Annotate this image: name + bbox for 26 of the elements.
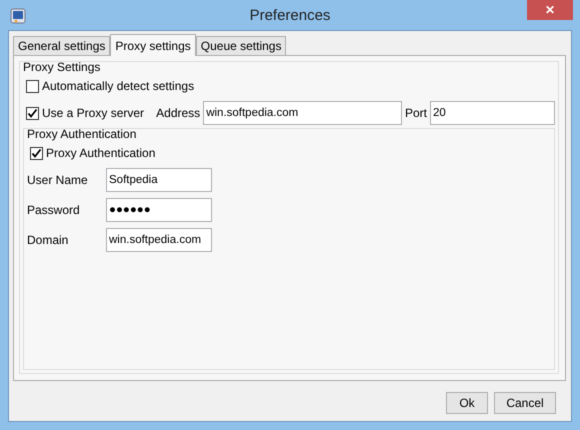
checkbox[interactable]	[26, 80, 39, 92]
text-field[interactable]: ●●●●●●	[106, 198, 212, 222]
port-field[interactable]: 20	[430, 101, 555, 125]
text-field[interactable]: win.softpedia.com	[106, 228, 212, 252]
field-label: Domain	[27, 232, 70, 249]
field-label: Port	[404, 105, 427, 122]
app-icon	[10, 8, 26, 24]
checkbox[interactable]	[26, 106, 39, 120]
window-title: Preferences	[250, 7, 330, 24]
field-label: Password	[27, 202, 81, 219]
tab[interactable]: Proxy settings	[110, 34, 196, 56]
checkbox[interactable]	[30, 146, 43, 160]
group-title: Proxy Authentication	[27, 127, 138, 141]
checkbox-label: Automatically detect settings	[42, 78, 194, 95]
checkbox-label: Proxy Authentication	[46, 145, 156, 162]
field-label: User Name	[27, 172, 89, 189]
dialog-button[interactable]: Cancel	[494, 392, 556, 414]
checkbox-label: Use a Proxy server	[42, 105, 144, 122]
address-field[interactable]: win.softpedia.com	[203, 101, 402, 125]
tab[interactable]: General settings	[13, 36, 110, 55]
field-label: Address	[156, 105, 200, 122]
dialog-button[interactable]: Ok	[446, 392, 488, 414]
text-field[interactable]: Softpedia	[106, 168, 212, 192]
group-title: Proxy Settings	[23, 60, 102, 74]
tab[interactable]: Queue settings	[196, 36, 286, 55]
close-button[interactable]: ✕	[527, 0, 573, 20]
